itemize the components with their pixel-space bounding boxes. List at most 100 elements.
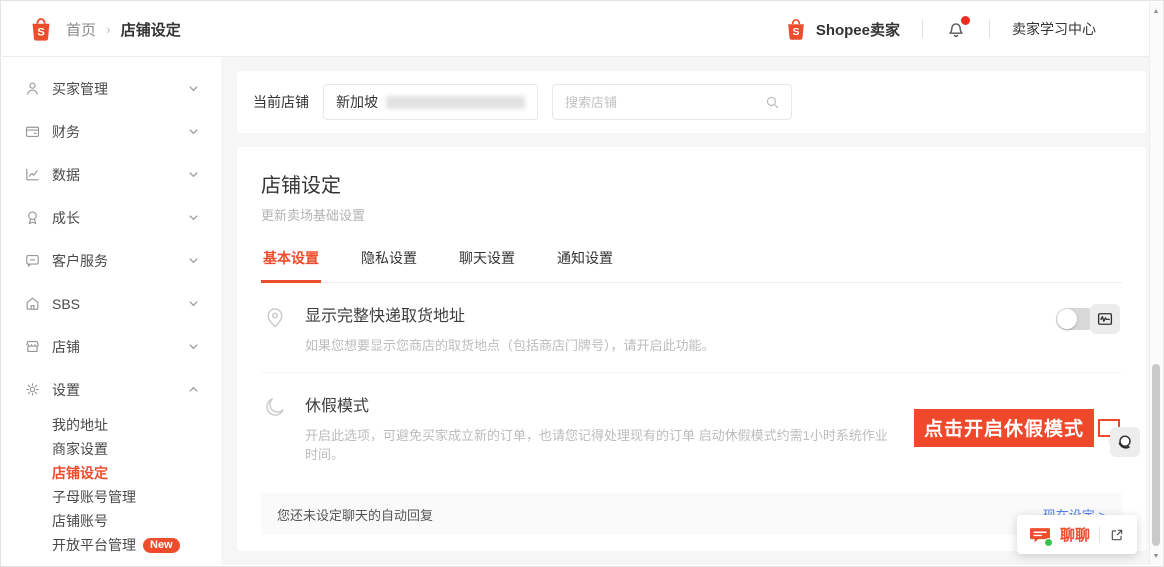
shopee-logo-icon: S [784, 17, 808, 41]
sidebar-item-buyer-management[interactable]: 买家管理 [2, 67, 221, 110]
scrollbar-thumb[interactable] [1152, 364, 1160, 546]
sidebar-nav: 买家管理 财务 数据 [2, 57, 221, 565]
header-right: S Shopee卖家 卖家学习中心 [784, 17, 1096, 41]
sidebar-item-settings[interactable]: 设置 [2, 368, 221, 411]
sidebar-item-label: 客户服务 [52, 251, 188, 271]
tab-privacy-settings[interactable]: 隐私设置 [359, 244, 419, 283]
chevron-down-icon [188, 341, 199, 352]
chat-label: 聊聊 [1060, 524, 1090, 545]
sidebar-item-shop[interactable]: 店铺 [2, 325, 221, 368]
data-icon [24, 166, 41, 183]
shop-search-box [552, 84, 792, 120]
sidebar-item-finance[interactable]: 财务 [2, 110, 221, 153]
seller-learning-center-link[interactable]: 卖家学习中心 [1012, 19, 1096, 39]
sidebar-item-label: 设置 [52, 380, 188, 400]
settings-submenu: 我的地址 商家设置 店铺设定 子母账号管理 店铺账号 开放平台管理 New [2, 411, 221, 557]
scroll-down-arrow[interactable]: ▼ [1150, 549, 1162, 563]
submenu-shop-settings[interactable]: 店铺设定 [2, 461, 221, 485]
header-divider [989, 20, 990, 38]
breadcrumb-home[interactable]: 首页 [66, 19, 96, 40]
sidebar-item-data[interactable]: 数据 [2, 153, 221, 196]
current-shop-label: 当前店铺 [253, 92, 309, 112]
setting-controls: 点击开启休假模式 [914, 392, 1120, 463]
setting-description: 开启此选项，可避免买家成立新的订单，也请您记得处理现有的订单 启动休假模式约需1… [305, 425, 898, 463]
chevron-up-icon [188, 384, 199, 395]
chevron-down-icon [188, 255, 199, 266]
shopee-seller-brand[interactable]: S Shopee卖家 [784, 17, 900, 41]
search-icon[interactable] [764, 94, 781, 111]
chevron-down-icon [188, 169, 199, 180]
page-subtitle: 更新卖场基础设置 [261, 205, 1122, 224]
svg-text:S: S [792, 26, 799, 38]
shop-selector-card: 当前店铺 新加坡 [237, 71, 1146, 133]
notification-dot [961, 16, 970, 25]
chat-widget-button[interactable]: 聊聊 [1017, 515, 1137, 554]
svg-text:S: S [37, 27, 45, 39]
app-window: S 首页 › 店铺设定 S Shopee卖家 [0, 0, 1164, 567]
settings-icon [24, 381, 41, 398]
shop-icon [24, 338, 41, 355]
submenu-shop-account[interactable]: 店铺账号 [2, 509, 221, 533]
page-title: 店铺设定 [261, 169, 1122, 198]
sidebar-item-label: 财务 [52, 122, 188, 142]
breadcrumb: 首页 › 店铺设定 [66, 19, 181, 40]
chat-widget-divider [1099, 527, 1100, 543]
sidebar-item-label: 店铺 [52, 337, 188, 357]
sidebar-item-growth[interactable]: 成长 [2, 196, 221, 239]
auto-reply-notice: 您还未设定聊天的自动回复 现在设定 > [261, 493, 1122, 535]
setting-row-pickup-address: 显示完整快递取货地址 如果您想要显示您商店的取货地点（包括商店门牌号），请开启此… [261, 283, 1122, 373]
click-cursor-icon [1110, 427, 1140, 457]
submenu-open-platform-management[interactable]: 开放平台管理 New [2, 533, 221, 557]
users-icon [24, 80, 41, 97]
main-content: 当前店铺 新加坡 店铺设定 更新卖场基础设置 基本设置 隐私设置 [221, 57, 1162, 565]
location-pin-icon [263, 305, 289, 354]
sbs-icon [24, 295, 41, 312]
shop-search-input[interactable] [565, 95, 764, 110]
setting-controls [1056, 304, 1120, 334]
setting-description: 如果您想要显示您商店的取货地点（包括商店门牌号），请开启此功能。 [305, 335, 1040, 354]
sidebar-item-label: 成长 [52, 208, 188, 228]
submenu-label: 开放平台管理 [52, 533, 136, 557]
sidebar-item-label: 数据 [52, 165, 188, 185]
shopee-logo-icon[interactable]: S [28, 16, 54, 42]
shop-name-redacted [386, 96, 525, 109]
sidebar-item-label: SBS [52, 296, 188, 312]
setting-title: 显示完整快递取货地址 [305, 302, 1040, 326]
breadcrumb-current: 店铺设定 [121, 19, 181, 40]
notice-text: 您还未设定聊天的自动回复 [277, 505, 1043, 524]
chevron-down-icon [188, 298, 199, 309]
online-status-dot [1044, 538, 1053, 547]
submenu-merchant-settings[interactable]: 商家设置 [2, 437, 221, 461]
vacation-mode-annotation: 点击开启休假模式 [914, 409, 1094, 447]
shop-region-text: 新加坡 [336, 92, 378, 112]
finance-icon [24, 123, 41, 140]
toggle-knob [1057, 309, 1077, 329]
sidebar-item-sbs[interactable]: SBS [2, 282, 221, 325]
customer-service-icon [24, 252, 41, 269]
notification-bell-icon[interactable] [945, 18, 967, 40]
chevron-down-icon [188, 126, 199, 137]
tab-basic-settings[interactable]: 基本设置 [261, 244, 321, 283]
chat-bubble-icon [1029, 525, 1051, 545]
submenu-sub-account-management[interactable]: 子母账号管理 [2, 485, 221, 509]
growth-icon [24, 209, 41, 226]
breadcrumb-separator: › [106, 21, 111, 37]
sidebar-item-customer-service[interactable]: 客户服务 [2, 239, 221, 282]
new-badge: New [143, 538, 180, 553]
setting-title: 休假模式 [305, 392, 898, 416]
popout-icon[interactable] [1109, 527, 1125, 543]
tab-chat-settings[interactable]: 聊天设置 [457, 244, 517, 283]
vertical-scrollbar[interactable]: ▲ ▼ [1149, 2, 1162, 565]
chevron-down-icon [188, 212, 199, 223]
seller-brand-label: Shopee卖家 [816, 19, 900, 40]
header-divider [922, 20, 923, 38]
setting-text: 休假模式 开启此选项，可避免买家成立新的订单，也请您记得处理现有的订单 启动休假… [305, 392, 898, 463]
settings-tabs: 基本设置 隐私设置 聊天设置 通知设置 [261, 244, 1122, 283]
tab-notification-settings[interactable]: 通知设置 [555, 244, 615, 283]
shop-select-dropdown[interactable]: 新加坡 [323, 84, 538, 120]
scroll-up-arrow[interactable]: ▲ [1150, 4, 1162, 18]
setting-row-vacation-mode: 休假模式 开启此选项，可避免买家成立新的订单，也请您记得处理现有的订单 启动休假… [261, 373, 1122, 481]
shop-settings-card: 店铺设定 更新卖场基础设置 基本设置 隐私设置 聊天设置 通知设置 显示完整快递… [237, 147, 1146, 551]
submenu-my-address[interactable]: 我的地址 [2, 413, 221, 437]
activity-monitor-icon[interactable] [1090, 304, 1120, 334]
